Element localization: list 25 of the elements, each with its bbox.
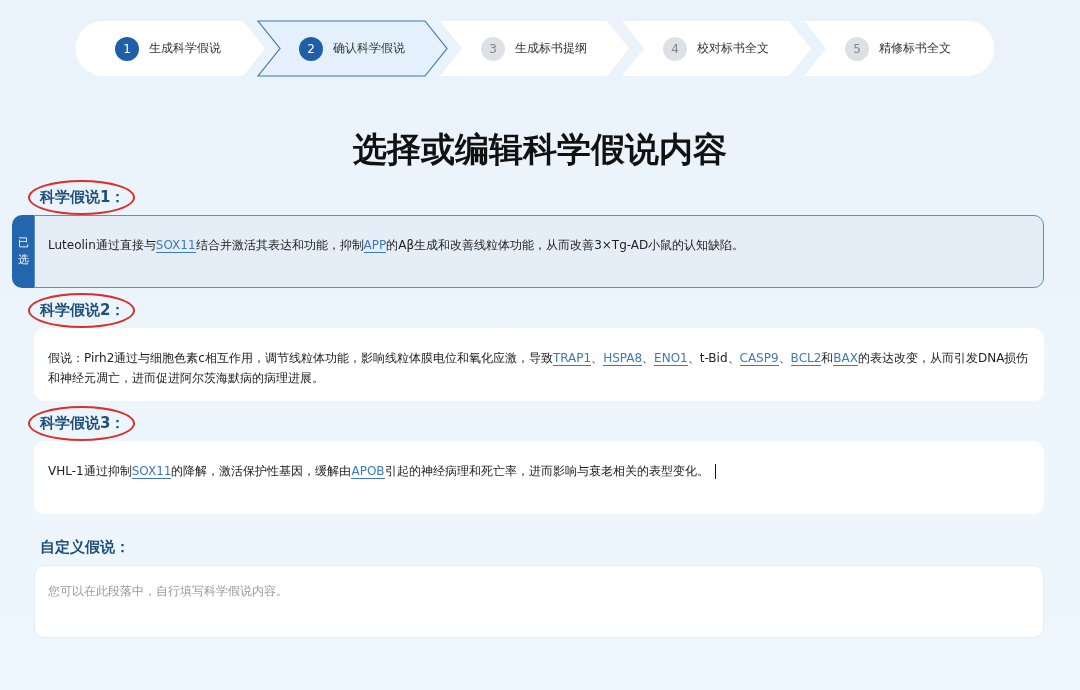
gene-link[interactable]: SOX11 — [155, 238, 196, 253]
step-tab[interactable]: 3 生成标书提纲 — [439, 20, 631, 77]
gene-link[interactable]: ENO1 — [654, 351, 688, 366]
step-tab[interactable]: 4 校对标书全文 — [621, 20, 813, 77]
hypothesis-text: VHL-1通过抑制SOX11的降解，激活保护性基因，缓解由APOB引起的神经病理和死亡率，进而影响与衰老相关的表型变化。 — [48, 461, 1029, 481]
gene-link[interactable]: TRAP1 — [552, 351, 592, 366]
custom-hypothesis-field[interactable]: 您可以在此段落中，自行填写科学假说内容。 — [34, 565, 1044, 638]
hypothesis-text: Luteolin通过直接与SOX11结合并激活其表达和功能，抑制APP的Aβ生成和改善线粒体功能，从而改善3×Tg-AD小鼠的认知缺陷。 — [48, 237, 746, 255]
gene-link[interactable]: APOB — [351, 464, 385, 479]
gene-link[interactable]: BAX — [833, 351, 858, 366]
custom-hypothesis-label: 自定义假说： — [40, 538, 130, 557]
step-tab[interactable]: 2 确认科学假说 — [257, 20, 449, 77]
hypothesis-text: 假说：Pirh2通过与细胞色素c相互作用，调节线粒体功能，影响线粒体膜电位和氧化应激，导致TRAP1、HSPA8、ENO1、t-Bid、CASP9、BCL2和BAX的表达改变，从而引发DNA损伤和神经元凋亡，进而促进阿尔茨海默病的病理进展。 — [48, 350, 1029, 387]
hypothesis-card[interactable]: 假说：Pirh2通过与细胞色素c相互作用，调节线粒体功能，影响线粒体膜电位和氧化应激，导致TRAP1、HSPA8、ENO1、t-Bid、CASP9、BCL2和BAX的表达改变，从而引发DNA损伤和神经元凋亡，进而促进阿尔茨海默病的病理进展。 — [34, 328, 1044, 401]
gene-link[interactable]: BCL2 — [790, 351, 822, 366]
gene-link[interactable]: HSPA8 — [603, 351, 643, 366]
gene-link[interactable]: SOX11 — [131, 464, 172, 479]
gene-link[interactable]: CASP9 — [739, 351, 779, 366]
step-tab[interactable]: 1 生成科学假说 — [75, 20, 267, 77]
hypothesis-card[interactable]: VHL-1通过抑制SOX11的降解，激活保护性基因，缓解由APOB引起的神经病理和死亡率，进而影响与衰老相关的表型变化。 — [34, 441, 1044, 514]
step-tab[interactable]: 5 精修标书全文 — [803, 20, 995, 77]
page-title: 选择或编辑科学假说内容 — [353, 128, 727, 171]
gene-link[interactable]: APP — [363, 238, 387, 253]
hypothesis-card[interactable]: Luteolin通过直接与SOX11结合并激活其表达和功能，抑制APP的Aβ生成和改善线粒体功能，从而改善3×Tg-AD小鼠的认知缺陷。 — [34, 215, 1044, 288]
selected-badge: 已选 — [12, 215, 34, 288]
